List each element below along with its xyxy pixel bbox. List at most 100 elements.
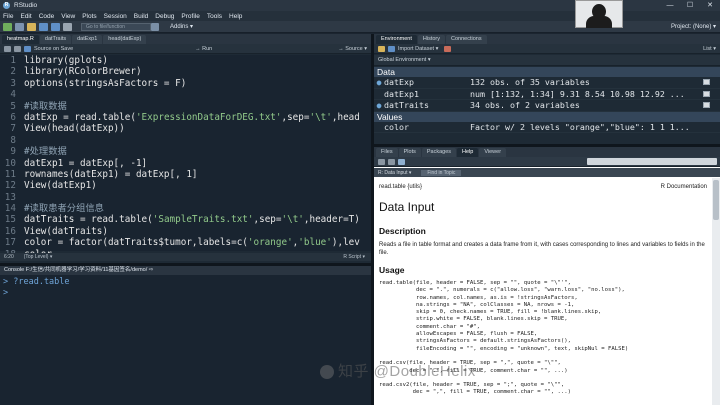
- menu-edit[interactable]: Edit: [20, 13, 31, 20]
- code-line[interactable]: 6 datExp = read.table('ExpressionDataForD…: [0, 112, 371, 123]
- menu-session[interactable]: Session: [104, 13, 127, 20]
- code-token: ,header=T): [303, 214, 360, 226]
- code-line[interactable]: 8: [0, 135, 371, 146]
- menu-debug[interactable]: Debug: [155, 13, 174, 20]
- tab-environment[interactable]: Environment: [376, 35, 417, 44]
- code-line[interactable]: 14 #读取患者分组信息: [0, 203, 371, 214]
- watermark-logo-icon: [320, 365, 334, 380]
- code-token: rownames(datExp1) = datExp[, 1]: [24, 168, 198, 180]
- code-line[interactable]: 15 datTraits = read.table('SampleTraits.t…: [0, 214, 371, 225]
- code-line[interactable]: 11 rownames(datExp1) = datExp[, 1]: [0, 169, 371, 180]
- env-row-dattraits[interactable]: ● datTraits 34 obs. of 2 variables: [374, 100, 720, 112]
- tab-connections[interactable]: Connections: [446, 35, 487, 44]
- left-horizontal-splitter[interactable]: [0, 263, 371, 266]
- description-text: Reads a file in table format and creates…: [379, 242, 705, 256]
- code-line[interactable]: 17 color = factor(datTraits$tumor,labels=…: [0, 237, 371, 248]
- expand-icon[interactable]: ●: [374, 101, 384, 110]
- code-line[interactable]: 4: [0, 89, 371, 100]
- code-line[interactable]: 12 View(datExp1): [0, 180, 371, 191]
- addins-menu[interactable]: Addins ▾: [170, 23, 193, 30]
- help-search-input[interactable]: [587, 158, 717, 165]
- source-on-save-checkbox[interactable]: Source on Save: [34, 46, 73, 52]
- save-file-icon[interactable]: [24, 45, 31, 52]
- new-project-icon[interactable]: [15, 22, 24, 31]
- console-prompt[interactable]: >: [3, 288, 70, 299]
- help-topic-selector[interactable]: R: Data Input ▾: [378, 170, 411, 176]
- menu-tools[interactable]: Tools: [207, 13, 222, 20]
- variable-name: color: [384, 121, 409, 132]
- menu-plots[interactable]: Plots: [82, 13, 96, 20]
- close-button[interactable]: ✕: [700, 0, 720, 11]
- menu-build[interactable]: Build: [134, 13, 148, 20]
- code-line[interactable]: 2 library(RColorBrewer): [0, 66, 371, 77]
- grid-view-icon[interactable]: [703, 102, 710, 109]
- code-line[interactable]: 3 options(stringsAsFactors = F): [0, 78, 371, 89]
- back-arrow-icon[interactable]: [4, 45, 11, 52]
- code-line[interactable]: 1 library(gplots): [0, 55, 371, 66]
- forward-arrow-icon[interactable]: [14, 45, 21, 52]
- code-line[interactable]: 5 #读取数据: [0, 101, 371, 112]
- source-button[interactable]: → Source ▾: [338, 46, 367, 52]
- tab-files[interactable]: Files: [376, 148, 398, 157]
- grid-view-icon[interactable]: [703, 79, 710, 86]
- menu-file[interactable]: File: [3, 13, 13, 20]
- save-workspace-icon[interactable]: [388, 45, 395, 52]
- save-all-icon[interactable]: [51, 22, 60, 31]
- tab-plots[interactable]: Plots: [398, 148, 421, 157]
- maximize-button[interactable]: ☐: [680, 0, 700, 11]
- file-type-selector[interactable]: R Script ▾: [343, 254, 365, 260]
- right-horizontal-splitter[interactable]: [374, 144, 720, 147]
- home-icon[interactable]: [398, 158, 405, 165]
- code-area[interactable]: 1 library(gplots) 2 library(RColorBrewer) 3 o…: [0, 55, 371, 260]
- print-icon[interactable]: [63, 22, 72, 31]
- menu-help[interactable]: Help: [229, 13, 242, 20]
- editor-status-bar: 6:20 (Top Level) ▾ R Script ▾: [0, 253, 371, 261]
- tab-datexp1[interactable]: datExp1: [72, 35, 103, 44]
- vertical-splitter[interactable]: [371, 34, 374, 405]
- source-editor-pane: heatmap.R datTraits datExp1 head(datExp)…: [0, 34, 371, 263]
- menu-view[interactable]: View: [61, 13, 75, 20]
- find-in-topic-input[interactable]: Find in Topic: [421, 169, 462, 176]
- list-view-selector[interactable]: List ▾: [703, 46, 716, 52]
- open-file-icon[interactable]: [27, 22, 36, 31]
- back-arrow-icon[interactable]: [378, 158, 385, 165]
- project-menu[interactable]: Project: (None) ▾: [671, 23, 716, 30]
- grid-icon[interactable]: [151, 22, 159, 31]
- help-scrollbar[interactable]: [712, 178, 720, 405]
- scroll-thumb[interactable]: [713, 180, 719, 220]
- broom-icon[interactable]: [444, 45, 452, 52]
- code-line[interactable]: 16 View(datTraits): [0, 226, 371, 237]
- save-icon[interactable]: [39, 22, 48, 31]
- goto-file-input[interactable]: Go to file/function: [81, 22, 151, 31]
- global-environment-selector[interactable]: Global Environment ▾: [378, 57, 431, 63]
- grid-view-icon[interactable]: [703, 90, 710, 97]
- import-dataset-button[interactable]: Import Dataset ▾: [398, 46, 438, 52]
- minimize-button[interactable]: —: [660, 0, 680, 11]
- forward-arrow-icon[interactable]: [388, 158, 395, 165]
- menu-profile[interactable]: Profile: [181, 13, 199, 20]
- env-row-datexp1[interactable]: datExp1 num [1:132, 1:34] 9.31 8.54 10.9…: [374, 89, 720, 100]
- tab-history[interactable]: History: [417, 35, 446, 44]
- line-number: 6: [10, 111, 16, 123]
- tab-head-datexp[interactable]: head(datExp): [103, 35, 147, 44]
- run-button[interactable]: → Run: [195, 46, 212, 52]
- tab-viewer[interactable]: Viewer: [479, 148, 507, 157]
- open-icon[interactable]: [378, 45, 385, 52]
- new-file-icon[interactable]: [3, 22, 12, 31]
- line-number: 4: [10, 89, 16, 101]
- menu-code[interactable]: Code: [39, 13, 55, 20]
- env-row-datexp[interactable]: ● datExp 132 obs. of 35 variables: [374, 77, 720, 89]
- console-output[interactable]: > ?read.table >: [3, 277, 70, 299]
- tab-heatmap-r[interactable]: heatmap.R: [2, 35, 39, 44]
- code-line[interactable]: 7 View(head(datExp)): [0, 123, 371, 134]
- code-line[interactable]: 10 datExp1 = datExp[, -1]: [0, 158, 371, 169]
- tab-dattraits[interactable]: datTraits: [39, 35, 72, 44]
- rstudio-window: R RStudio — ☐ ✕ File Edit Code View Plot…: [0, 0, 720, 405]
- expand-icon[interactable]: ●: [374, 78, 384, 87]
- code-line[interactable]: 9 #处理数据: [0, 146, 371, 157]
- tab-packages[interactable]: Packages: [421, 148, 457, 157]
- code-line[interactable]: 13: [0, 192, 371, 203]
- scope-selector[interactable]: (Top Level) ▾: [24, 254, 53, 260]
- env-row-color[interactable]: color Factor w/ 2 levels "orange","blue"…: [374, 121, 720, 133]
- tab-help[interactable]: Help: [457, 148, 479, 157]
